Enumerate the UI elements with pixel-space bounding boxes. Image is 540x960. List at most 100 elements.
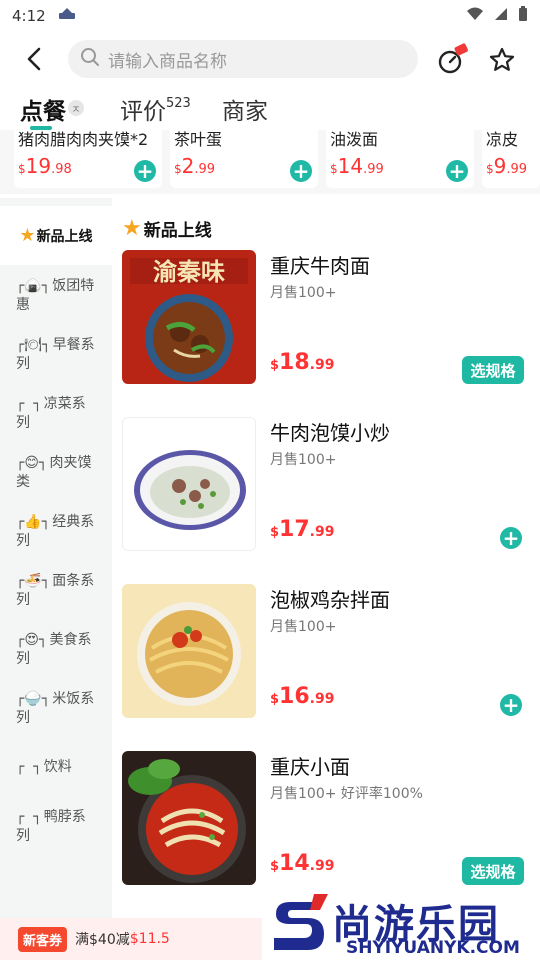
product-item[interactable]: 泡椒鸡杂拌面 月售100+ $16.99 +: [122, 584, 532, 720]
star-icon: ★: [122, 216, 142, 241]
favorite-button[interactable]: [482, 40, 522, 80]
recommend-strip: 猪肉腊肉肉夹馍*2 $19.98 + 茶叶蛋 $2.99 + 油泼面 $14.9…: [0, 130, 540, 194]
noodle-bowl-icon: ┌🍜┐: [16, 572, 51, 589]
back-arrow-icon: [27, 47, 41, 71]
placeholder-icon: ┌ ┐: [16, 808, 42, 825]
star-outline-icon: [489, 47, 515, 71]
timer-coupon-icon: [438, 43, 468, 74]
product-sales: 月售100+ 好评率100%: [270, 786, 423, 802]
top-bar: 请输入商品名称: [0, 36, 540, 82]
status-bar: 4:12: [0, 0, 540, 32]
product-item[interactable]: 重庆小面 月售100+ 好评率100% $14.99 选规格: [122, 751, 532, 887]
add-to-cart-button[interactable]: +: [500, 694, 522, 716]
pin-badge-icon[interactable]: ㅈ: [68, 100, 84, 116]
tab-order-label: 点餐: [20, 99, 66, 125]
coupon-tag: 新客券: [18, 926, 68, 952]
tab-bar: 点餐 ㅈ 评价523 商家: [0, 92, 540, 130]
select-spec-button[interactable]: 选规格: [462, 857, 524, 885]
product-price: $18.99: [270, 350, 335, 375]
product-name: 牛肉泡馍小炒: [270, 421, 390, 445]
tab-reviews[interactable]: 评价523: [120, 92, 191, 126]
placeholder-icon: ┌ ┐: [16, 759, 42, 775]
sidebar-item-new[interactable]: ★ 新品上线: [0, 206, 112, 265]
product-image[interactable]: 渝秦味: [122, 250, 256, 384]
product-name: 重庆牛肉面: [270, 254, 370, 278]
coupon-timer-button[interactable]: [432, 40, 472, 80]
recommend-card[interactable]: 猪肉腊肉肉夹馍*2 $19.98 +: [14, 130, 162, 188]
recommend-name: 茶叶蛋: [174, 130, 223, 149]
recommend-name: 油泼面: [330, 130, 379, 149]
back-button[interactable]: [14, 39, 54, 79]
select-spec-button[interactable]: 选规格: [462, 356, 524, 384]
category-sidebar: ★ 新品上线 ┌🍙┐ 饭团特惠 ┌🍽┐ 早餐系列 ┌ ┐ 凉菜系列 ┌😊┐ 肉夹馍类 ┌👍…: [0, 198, 112, 918]
placeholder-icon: ┌ ┐: [16, 395, 42, 412]
product-item[interactable]: 渝秦味 重庆牛肉面 月售100+ $18.99 选规格: [122, 250, 532, 386]
watermark-text-en: SHYIYUANYK.COM: [346, 938, 520, 958]
status-time: 4:12: [12, 7, 46, 25]
face-icon: ┌😊┐: [16, 454, 48, 471]
search-icon: [80, 47, 100, 72]
add-to-cart-button[interactable]: +: [500, 527, 522, 549]
battery-icon: [518, 6, 528, 26]
product-image-text: 渝秦味: [153, 258, 225, 286]
sidebar-item-duck-neck[interactable]: ┌ ┐ 鸭脖系列: [0, 797, 112, 856]
recommend-card[interactable]: 凉皮 $9.99: [482, 130, 540, 188]
sidebar-item-label: 新品上线: [36, 228, 93, 245]
product-image[interactable]: [122, 417, 256, 551]
watermark: 尚游乐园 SHYIYUANYK.COM: [262, 890, 540, 960]
watermark-logo-icon: [270, 894, 330, 958]
tab-reviews-label: 评价: [120, 99, 166, 125]
product-price: $14.99: [270, 851, 335, 876]
sidebar-item-cold-dish[interactable]: ┌ ┐ 凉菜系列: [0, 384, 112, 443]
recommend-name: 猪肉腊肉肉夹馍*2: [18, 130, 149, 149]
search-input[interactable]: 请输入商品名称: [68, 40, 418, 78]
recommend-name: 凉皮: [486, 130, 519, 149]
coupon-text: 满$40减: [75, 932, 130, 948]
review-count: 523: [166, 96, 191, 111]
tab-order[interactable]: 点餐: [20, 92, 66, 126]
signal-icon: [494, 7, 508, 25]
sidebar-item-breakfast[interactable]: ┌🍽┐ 早餐系列: [0, 325, 112, 384]
product-price: $17.99: [270, 517, 335, 542]
product-image[interactable]: [122, 584, 256, 718]
product-item[interactable]: 牛肉泡馍小炒 月售100+ $17.99 +: [122, 417, 532, 553]
sidebar-item-label: 饮料: [43, 759, 72, 775]
thumbs-up-icon: ┌👍┐: [16, 513, 51, 530]
add-to-cart-button[interactable]: +: [446, 160, 468, 182]
section-title-label: 新品上线: [143, 221, 212, 241]
recommend-price: $2.99: [174, 154, 216, 178]
wifi-icon: [466, 7, 484, 25]
product-sales: 月售100+: [270, 452, 337, 468]
add-to-cart-button[interactable]: +: [290, 160, 312, 182]
sidebar-item-delicacy[interactable]: ┌😍┐ 美食系列: [0, 620, 112, 679]
star-icon: ★: [19, 225, 36, 246]
coupon-bar[interactable]: 新客券 满$40减 $11.5: [0, 918, 262, 960]
recommend-card[interactable]: 油泼面 $14.99 +: [326, 130, 474, 188]
rice-ball-icon: ┌🍙┐: [16, 277, 51, 294]
sidebar-item-rice[interactable]: ┌🍚┐ 米饭系列: [0, 679, 112, 738]
sidebar-item-classic[interactable]: ┌👍┐ 经典系列: [0, 502, 112, 561]
tab-merchant-label: 商家: [222, 99, 268, 125]
product-image[interactable]: [122, 751, 256, 885]
sidebar-item-rice-ball[interactable]: ┌🍙┐ 饭团特惠: [0, 266, 112, 325]
recommend-card[interactable]: 茶叶蛋 $2.99 +: [170, 130, 318, 188]
product-sales: 月售100+: [270, 619, 337, 635]
recommend-price: $14.99: [330, 154, 384, 178]
sidebar-item-roujiamo[interactable]: ┌😊┐ 肉夹馍类: [0, 443, 112, 502]
plate-icon: ┌🍽┐: [16, 336, 51, 353]
coupon-amount: $11.5: [129, 931, 170, 947]
search-placeholder: 请输入商品名称: [108, 51, 227, 72]
tab-merchant[interactable]: 商家: [222, 92, 268, 126]
sidebar-item-noodles[interactable]: ┌🍜┐ 面条系列: [0, 561, 112, 620]
notification-icon: [58, 7, 76, 25]
product-name: 重庆小面: [270, 755, 350, 779]
add-to-cart-button[interactable]: +: [134, 160, 156, 182]
recommend-price: $19.98: [18, 154, 72, 178]
face-hearts-icon: ┌😍┐: [16, 631, 48, 648]
section-title: ★ 新品上线: [122, 216, 212, 241]
product-price: $16.99: [270, 684, 335, 709]
recommend-price: $9.99: [486, 154, 528, 178]
product-name: 泡椒鸡杂拌面: [270, 588, 390, 612]
rice-icon: ┌🍚┐: [16, 690, 51, 707]
sidebar-item-drinks[interactable]: ┌ ┐ 饮料: [0, 738, 112, 797]
